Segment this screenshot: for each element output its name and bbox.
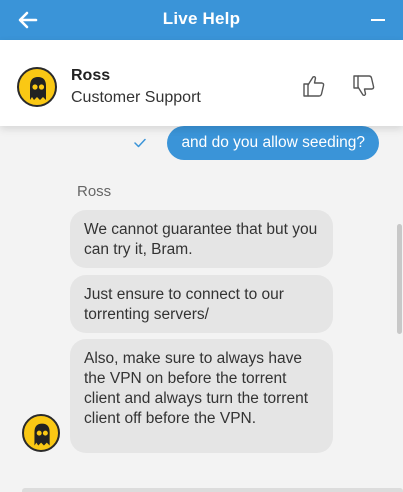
message-input-edge[interactable] (22, 488, 403, 492)
thumbs-up-icon[interactable] (301, 73, 327, 99)
incoming-message: Also, make sure to always have the VPN o… (70, 339, 333, 453)
scrollbar[interactable] (397, 224, 402, 334)
ghost-avatar-icon (17, 67, 57, 107)
live-help-widget: Live Help Ross Customer Support and do y… (0, 0, 403, 492)
header-title: Live Help (162, 9, 241, 28)
outgoing-message: and do you allow seeding? (167, 126, 379, 160)
thumbs-down-icon[interactable] (351, 73, 377, 99)
agent-card: Ross Customer Support (0, 40, 403, 126)
incoming-message: We cannot guarantee that but you can try… (70, 210, 333, 268)
check-icon (134, 138, 146, 148)
ghost-avatar-icon (22, 414, 60, 452)
conversation-area[interactable]: and do you allow seeding? Ross We cannot… (0, 126, 403, 492)
sender-label: Ross (77, 183, 112, 200)
incoming-message: Just ensure to connect to our torrenting… (70, 275, 333, 333)
agent-role: Customer Support (71, 89, 201, 106)
header-bar: Live Help (0, 0, 403, 40)
minimize-icon[interactable] (371, 19, 385, 21)
agent-name: Ross (71, 67, 111, 84)
